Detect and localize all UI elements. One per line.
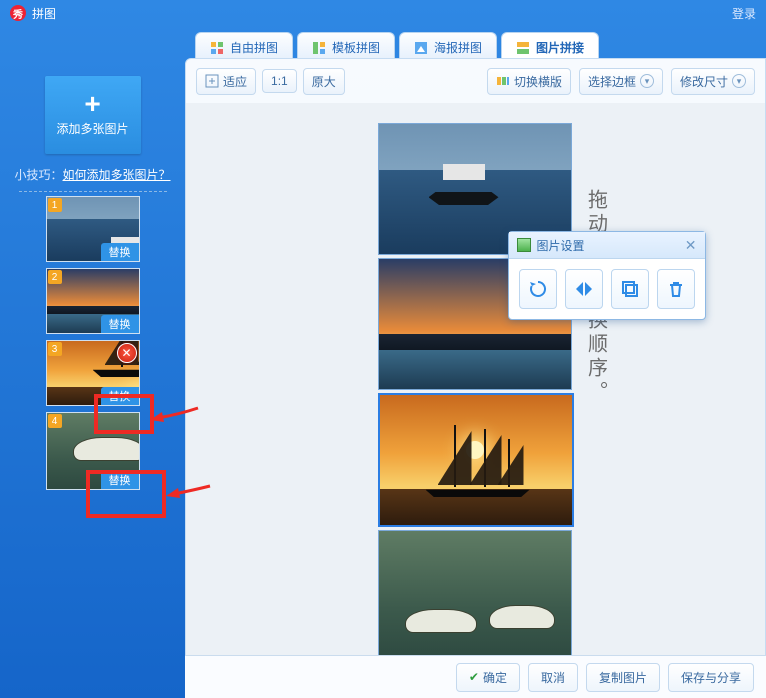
tip-link[interactable]: 如何添加多张图片？ (63, 168, 171, 182)
switch-layout-button[interactable]: 切换横版 (487, 68, 571, 95)
thumb-index: 4 (48, 414, 62, 428)
add-images-button[interactable]: + 添加多张图片 (45, 76, 141, 154)
add-images-label: 添加多张图片 (56, 120, 128, 137)
tip-text: 小技巧：如何添加多张图片？ (14, 166, 170, 183)
canvas-image[interactable] (378, 530, 572, 655)
plus-icon: + (84, 94, 100, 114)
cancel-button[interactable]: 取消 (528, 663, 578, 692)
thumbnail-item[interactable]: 4 替换 (46, 412, 140, 490)
thumb-index: 3 (48, 342, 62, 356)
canvas-image-selected[interactable] (378, 393, 574, 527)
thumb-index: 1 (48, 198, 62, 212)
original-size-button[interactable]: 原大 (303, 68, 345, 95)
popup-title: 图片设置 (537, 237, 585, 254)
thumbnail-item[interactable]: 1 替换 (46, 196, 140, 262)
flip-horizontal-button[interactable] (565, 269, 603, 309)
free-collage-icon (210, 41, 224, 55)
tab-label: 模板拼图 (332, 39, 380, 56)
workarea: 适应 1:1 原大 切换横版 选择边框 ▾ 修改尺寸 ▾ (185, 58, 766, 656)
replace-button[interactable]: 替换 (101, 387, 139, 405)
tab-label: 海报拼图 (434, 39, 482, 56)
replace-button[interactable]: 替换 (101, 315, 139, 333)
canvas-toolbar: 适应 1:1 原大 切换横版 选择边框 ▾ 修改尺寸 ▾ (186, 59, 765, 103)
image-settings-popup: 图片设置 ✕ (508, 231, 706, 320)
crop-button[interactable] (611, 269, 649, 309)
popup-header[interactable]: 图片设置 ✕ (509, 232, 705, 259)
fit-icon (205, 74, 219, 88)
canvas[interactable]: 拖动图片更换顺序。 图片设置 ✕ (186, 103, 765, 655)
image-stitch-icon (516, 41, 530, 55)
login-link[interactable]: 登录 (732, 5, 756, 22)
image-icon (517, 238, 531, 252)
thumbnail-item[interactable]: 2 替换 (46, 268, 140, 334)
save-share-button[interactable]: 保存与分享 (668, 663, 754, 692)
ok-button[interactable]: ✔确定 (456, 663, 520, 692)
replace-button[interactable]: 替换 (101, 243, 139, 261)
thumbnail-item[interactable]: 3 ✕ 替换 (46, 340, 140, 406)
thumbnail-list: 1 替换 2 替换 3 ✕ 替换 4 替换 (46, 196, 140, 490)
mode-tabs: 自由拼图 模板拼图 海报拼图 图片拼接 (195, 26, 766, 62)
app-logo-icon: 秀 (10, 5, 26, 21)
poster-collage-icon (414, 41, 428, 55)
choose-border-button[interactable]: 选择边框 ▾ (579, 68, 663, 95)
app-title: 拼图 (32, 5, 56, 22)
template-collage-icon (312, 41, 326, 55)
divider (19, 191, 167, 192)
resize-button[interactable]: 修改尺寸 ▾ (671, 68, 755, 95)
rotate-button[interactable] (519, 269, 557, 309)
tab-label: 自由拼图 (230, 39, 278, 56)
footer: ✔确定 取消 复制图片 保存与分享 (185, 655, 766, 698)
check-icon: ✔ (469, 670, 479, 684)
titlebar: 秀 拼图 登录 (0, 0, 766, 26)
replace-button[interactable]: 替换 (101, 471, 139, 489)
chevron-down-icon: ▾ (732, 74, 746, 88)
fit-button[interactable]: 适应 (196, 68, 256, 95)
layout-icon (496, 74, 510, 88)
chevron-down-icon: ▾ (640, 74, 654, 88)
sidebar: + 添加多张图片 小技巧：如何添加多张图片？ 1 替换 2 替换 3 ✕ 替换 (0, 58, 185, 656)
tab-label: 图片拼接 (536, 39, 584, 56)
stitched-result: 拖动图片更换顺序。 图片设置 ✕ (378, 123, 574, 655)
delete-icon[interactable]: ✕ (117, 343, 137, 363)
delete-button[interactable] (657, 269, 695, 309)
close-icon[interactable]: ✕ (685, 237, 697, 254)
copy-image-button[interactable]: 复制图片 (586, 663, 660, 692)
thumb-index: 2 (48, 270, 62, 284)
scale-1to1-button[interactable]: 1:1 (262, 69, 297, 93)
app-window: 秀 拼图 登录 自由拼图 模板拼图 海报拼图 图片拼接 + 添加多张图片 小技巧… (0, 0, 766, 698)
